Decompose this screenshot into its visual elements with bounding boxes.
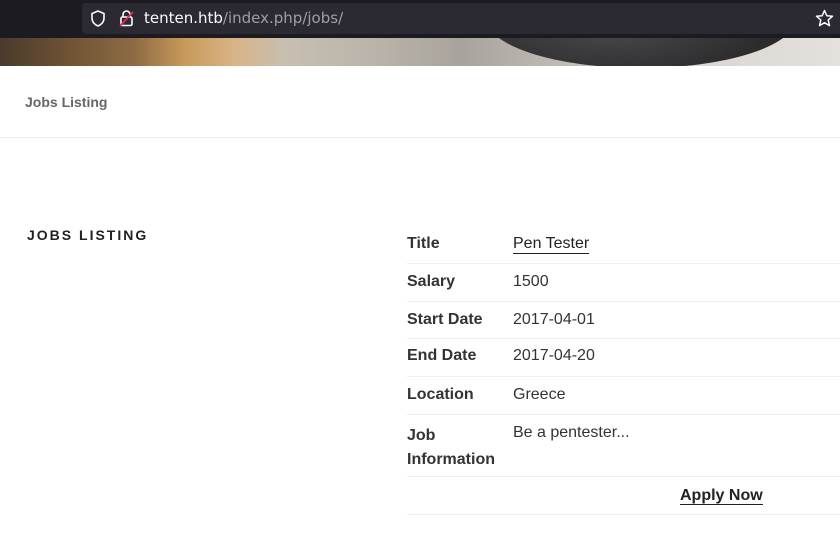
- end-date-value: 2017-04-20: [513, 347, 595, 364]
- table-row: Salary 1500: [407, 264, 840, 302]
- header-image-decoration: [486, 38, 796, 66]
- lock-icon[interactable]: [119, 10, 134, 27]
- section-heading: JOBS LISTING: [27, 227, 149, 243]
- salary-label: Salary: [407, 273, 456, 290]
- page-title: Jobs Listing: [25, 94, 108, 110]
- title-label: Title: [407, 235, 440, 252]
- salary-value: 1500: [513, 273, 549, 290]
- location-value: Greece: [513, 386, 566, 403]
- address-bar[interactable]: tenten.htb/index.php/jobs/: [82, 3, 840, 34]
- url-host: tenten.htb: [144, 9, 223, 27]
- table-row: Job Information Be a pentester...: [407, 415, 840, 477]
- star-icon[interactable]: [815, 9, 834, 28]
- header-image: [0, 38, 840, 66]
- url-path: /index.php/jobs/: [222, 9, 344, 27]
- browser-toolbar: tenten.htb/index.php/jobs/: [0, 0, 840, 38]
- job-information-value: Be a pentester...: [513, 424, 630, 441]
- table-row: Apply Now: [407, 477, 840, 515]
- job-information-label: Job Information: [407, 427, 495, 468]
- location-label: Location: [407, 386, 474, 403]
- job-details-table: Title Pen Tester Salary 1500 Start Date …: [407, 226, 840, 515]
- table-row: End Date 2017-04-20: [407, 339, 840, 377]
- page-title-bar: Jobs Listing: [0, 66, 840, 138]
- url-text[interactable]: tenten.htb/index.php/jobs/: [144, 9, 343, 27]
- start-date-label: Start Date: [407, 311, 483, 328]
- shield-icon[interactable]: [90, 10, 106, 27]
- table-row: Location Greece: [407, 377, 840, 415]
- end-date-label: End Date: [407, 347, 477, 364]
- apply-now-button[interactable]: Apply Now: [680, 487, 763, 505]
- table-row: Title Pen Tester: [407, 226, 840, 264]
- job-title-link[interactable]: Pen Tester: [513, 235, 590, 254]
- table-row: Start Date 2017-04-01: [407, 302, 840, 339]
- start-date-value: 2017-04-01: [513, 311, 595, 328]
